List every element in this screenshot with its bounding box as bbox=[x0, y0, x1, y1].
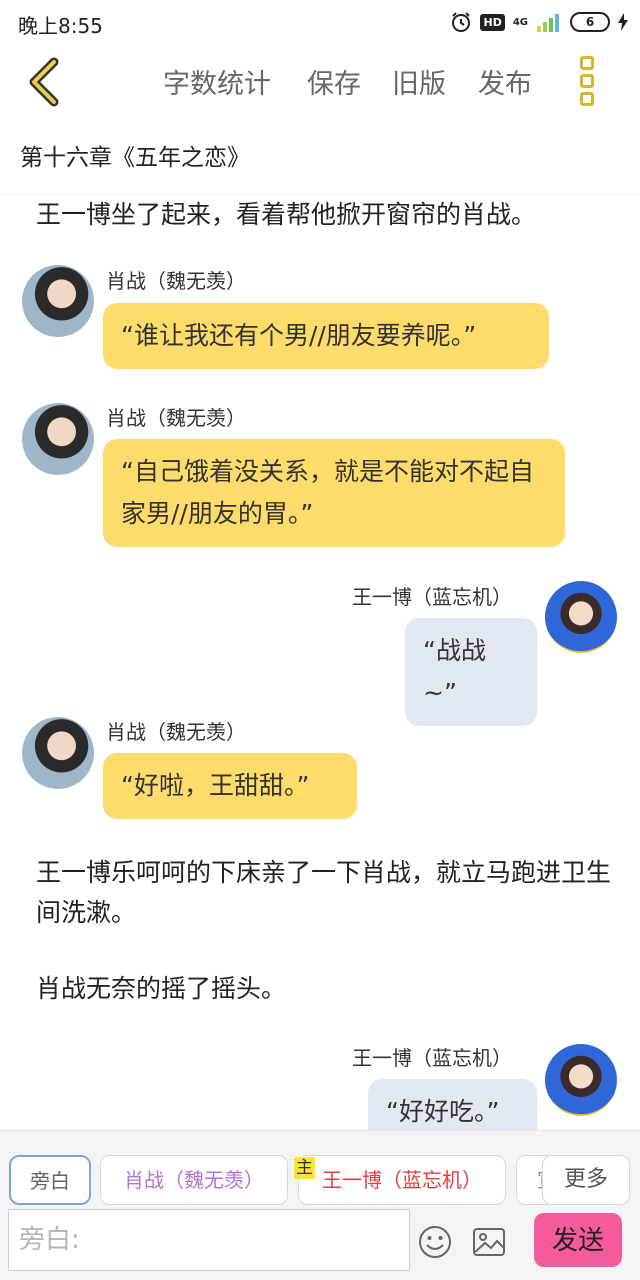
top-toolbar: 字数统计 保存 旧版 发布 bbox=[0, 44, 640, 120]
status-icons: HD 4G 6 bbox=[450, 8, 628, 36]
old-version-button[interactable]: 旧版 bbox=[392, 62, 446, 101]
image-icon[interactable] bbox=[472, 1226, 506, 1258]
speaker-name: 王一博（蓝忘机） bbox=[352, 1046, 512, 1070]
role-wang-yibo-button[interactable]: 王一博（蓝忘机） bbox=[298, 1155, 506, 1205]
dialog-bubble[interactable]: “战战~” bbox=[405, 618, 537, 726]
battery-icon: 6 bbox=[570, 12, 610, 32]
text-input-field[interactable] bbox=[8, 1209, 410, 1271]
avatar[interactable] bbox=[22, 265, 94, 337]
narration-text: 王一博坐了起来，看着帮他掀开窗帘的肖战。 bbox=[36, 200, 537, 229]
send-button[interactable]: 发送 bbox=[534, 1213, 622, 1267]
role-narrator-button[interactable]: 旁白 bbox=[9, 1155, 91, 1205]
dialog-bubble[interactable]: “自己饿着没关系，就是不能对不起自家男//朋友的胃。” bbox=[103, 439, 565, 547]
speaker-name: 肖战（魏无羡） bbox=[106, 720, 246, 744]
emoji-icon[interactable] bbox=[418, 1225, 452, 1259]
more-menu-icon[interactable] bbox=[572, 54, 602, 110]
speaker-name: 王一博（蓝忘机） bbox=[352, 585, 512, 609]
chapter-title: 第十六章《五年之恋》 bbox=[20, 145, 250, 171]
status-bar: 晚上8:55 HD 4G 6 bbox=[0, 0, 640, 44]
back-arrow-icon[interactable] bbox=[20, 54, 76, 110]
avatar[interactable] bbox=[22, 403, 94, 475]
role-xiao-zhan-button[interactable]: 肖战（魏无羡） bbox=[100, 1155, 288, 1205]
signal-icon bbox=[537, 14, 559, 32]
avatar[interactable] bbox=[545, 581, 617, 653]
dialog-bubble[interactable]: “好啦，王甜甜。” bbox=[103, 753, 357, 819]
speaker-name: 肖战（魏无羡） bbox=[106, 406, 246, 430]
message-input[interactable] bbox=[9, 1210, 409, 1270]
main-role-badge: 主 bbox=[294, 1157, 315, 1179]
narration-text: 王一博乐呵呵的下床亲了一下肖战，就立马跑进卫生间洗漱。 bbox=[36, 858, 612, 927]
network-label: 4G bbox=[512, 16, 528, 28]
alarm-icon bbox=[452, 12, 471, 32]
save-button[interactable]: 保存 bbox=[307, 62, 361, 101]
publish-button[interactable]: 发布 bbox=[478, 62, 532, 101]
bottom-input-panel: 旁白 肖战（魏无羡） 王一博（蓝忘机） 主 宣 更多 发送 bbox=[0, 1130, 640, 1280]
avatar[interactable] bbox=[22, 717, 94, 789]
dialog-bubble[interactable]: “好好吃。” bbox=[368, 1079, 537, 1130]
more-roles-button[interactable]: 更多 bbox=[542, 1155, 630, 1205]
story-content[interactable]: 王一博坐了起来，看着帮他掀开窗帘的肖战。 肖战（魏无羡） “谁让我还有个男//朋… bbox=[0, 195, 640, 1130]
word-count-button[interactable]: 字数统计 bbox=[163, 62, 271, 101]
avatar[interactable] bbox=[545, 1044, 617, 1116]
status-time: 晚上8:55 bbox=[18, 14, 103, 38]
hd-badge: HD bbox=[480, 13, 505, 31]
editor-screen: 晚上8:55 HD 4G 6 字数统计 保存 旧版 发布 第十六章《五年之恋》 … bbox=[0, 0, 640, 1280]
narration-text: 肖战无奈的摇了摇头。 bbox=[36, 974, 287, 1003]
speaker-name: 肖战（魏无羡） bbox=[106, 269, 246, 293]
dialog-bubble[interactable]: “谁让我还有个男//朋友要养呢。” bbox=[103, 303, 549, 369]
charging-icon bbox=[618, 13, 628, 31]
